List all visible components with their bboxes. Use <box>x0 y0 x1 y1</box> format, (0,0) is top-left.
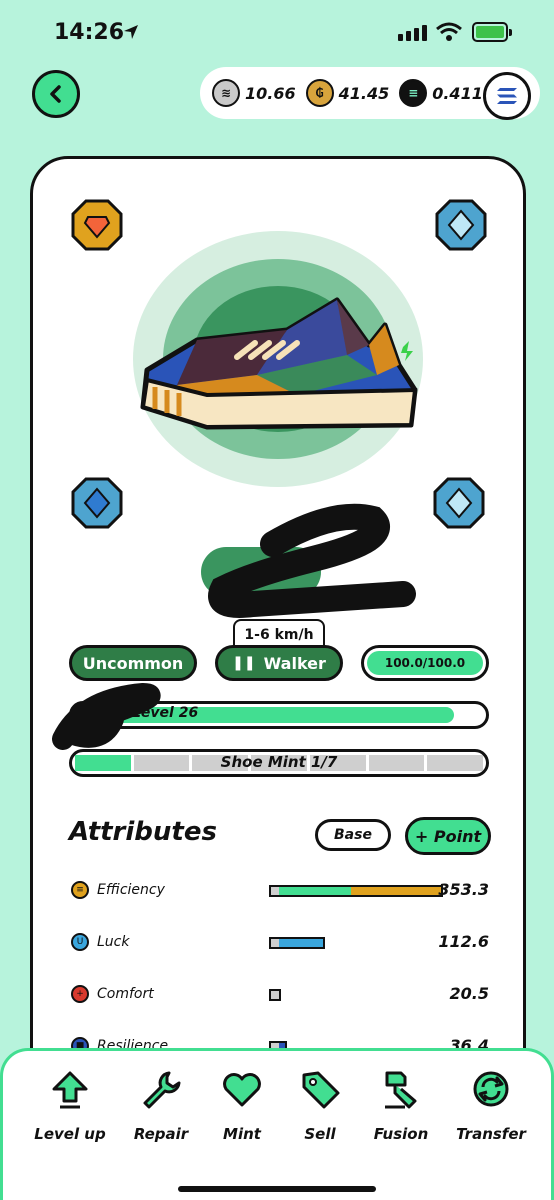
status-time: 14:26 <box>54 20 125 45</box>
back-button[interactable] <box>32 70 80 118</box>
gem-socket-blue-bottom-left-icon[interactable] <box>71 477 123 529</box>
shoe-mint-bar: Shoe Mint 1/7 <box>69 749 489 777</box>
gem-socket-blue-top-right-icon[interactable] <box>435 199 487 251</box>
footprint-icon: ❚❚ <box>232 655 256 671</box>
redaction-scribble <box>208 503 416 618</box>
home-indicator <box>178 1186 376 1192</box>
transfer-icon <box>473 1071 509 1107</box>
fusion-button[interactable]: Fusion <box>361 1067 441 1143</box>
battery-icon <box>472 22 512 42</box>
sneaker-image[interactable] <box>137 295 427 435</box>
heart-icon <box>223 1073 261 1107</box>
gmt-balance[interactable]: ₲ 41.45 <box>305 79 389 107</box>
level-up-button[interactable]: Level up <box>30 1067 110 1143</box>
sneaker-card: 1-6 km/h Uncommon ❚❚ Walker 100.0/100.0 … <box>30 156 526 1116</box>
solana-icon <box>497 88 517 104</box>
attribute-comfort: + Comfort 20.5 <box>69 979 489 1009</box>
add-point-button[interactable]: + Point <box>405 817 491 855</box>
mint-button[interactable]: Mint <box>202 1067 282 1143</box>
bottom-action-bar: Level up Repair Mint Sell Fusion Transfe… <box>0 1048 554 1200</box>
comfort-bar <box>269 989 281 1001</box>
cellular-signal-icon <box>398 25 427 41</box>
efficiency-icon: ≡ <box>71 881 89 899</box>
transfer-button[interactable]: Transfer <box>451 1067 531 1143</box>
comfort-icon: + <box>71 985 89 1003</box>
status-bar: 14:26 <box>0 0 554 66</box>
redaction-scribble-level <box>52 682 161 750</box>
repair-button[interactable]: Repair <box>121 1067 201 1143</box>
wrench-icon <box>143 1071 181 1109</box>
wallet-switch-button[interactable] <box>483 72 531 120</box>
gmt-coin-icon: ₲ <box>305 79 334 107</box>
sneaker-type-badge: ❚❚ Walker <box>215 645 343 681</box>
luck-icon: U <box>71 933 89 951</box>
efficiency-bar <box>269 885 443 897</box>
gem-socket-blue-bottom-right-icon[interactable] <box>433 477 485 529</box>
attributes-title: Attributes <box>69 817 217 847</box>
sell-button[interactable]: Sell <box>280 1067 360 1143</box>
gem-socket-yellow-icon[interactable] <box>71 199 123 251</box>
wifi-icon <box>436 22 462 41</box>
level-up-icon <box>52 1071 88 1109</box>
gst-coin-icon: ≋ <box>212 79 240 107</box>
gst-balance[interactable]: ≋ 10.66 <box>212 79 296 107</box>
hammer-icon <box>385 1071 417 1109</box>
durability-bar: 100.0/100.0 <box>361 645 489 681</box>
sol-coin-icon: ≡ <box>399 79 428 107</box>
attribute-efficiency: ≡ Efficiency 353.3 <box>69 875 489 905</box>
attribute-luck: U Luck 112.6 <box>69 927 489 957</box>
chevron-left-icon <box>50 85 61 103</box>
rarity-badge: Uncommon <box>69 645 197 681</box>
luck-bar <box>269 937 325 949</box>
tag-icon <box>302 1071 340 1109</box>
sol-balance[interactable]: ≡ 0.4115 <box>399 79 494 107</box>
base-button[interactable]: Base <box>315 819 391 851</box>
location-arrow-icon <box>124 25 138 39</box>
